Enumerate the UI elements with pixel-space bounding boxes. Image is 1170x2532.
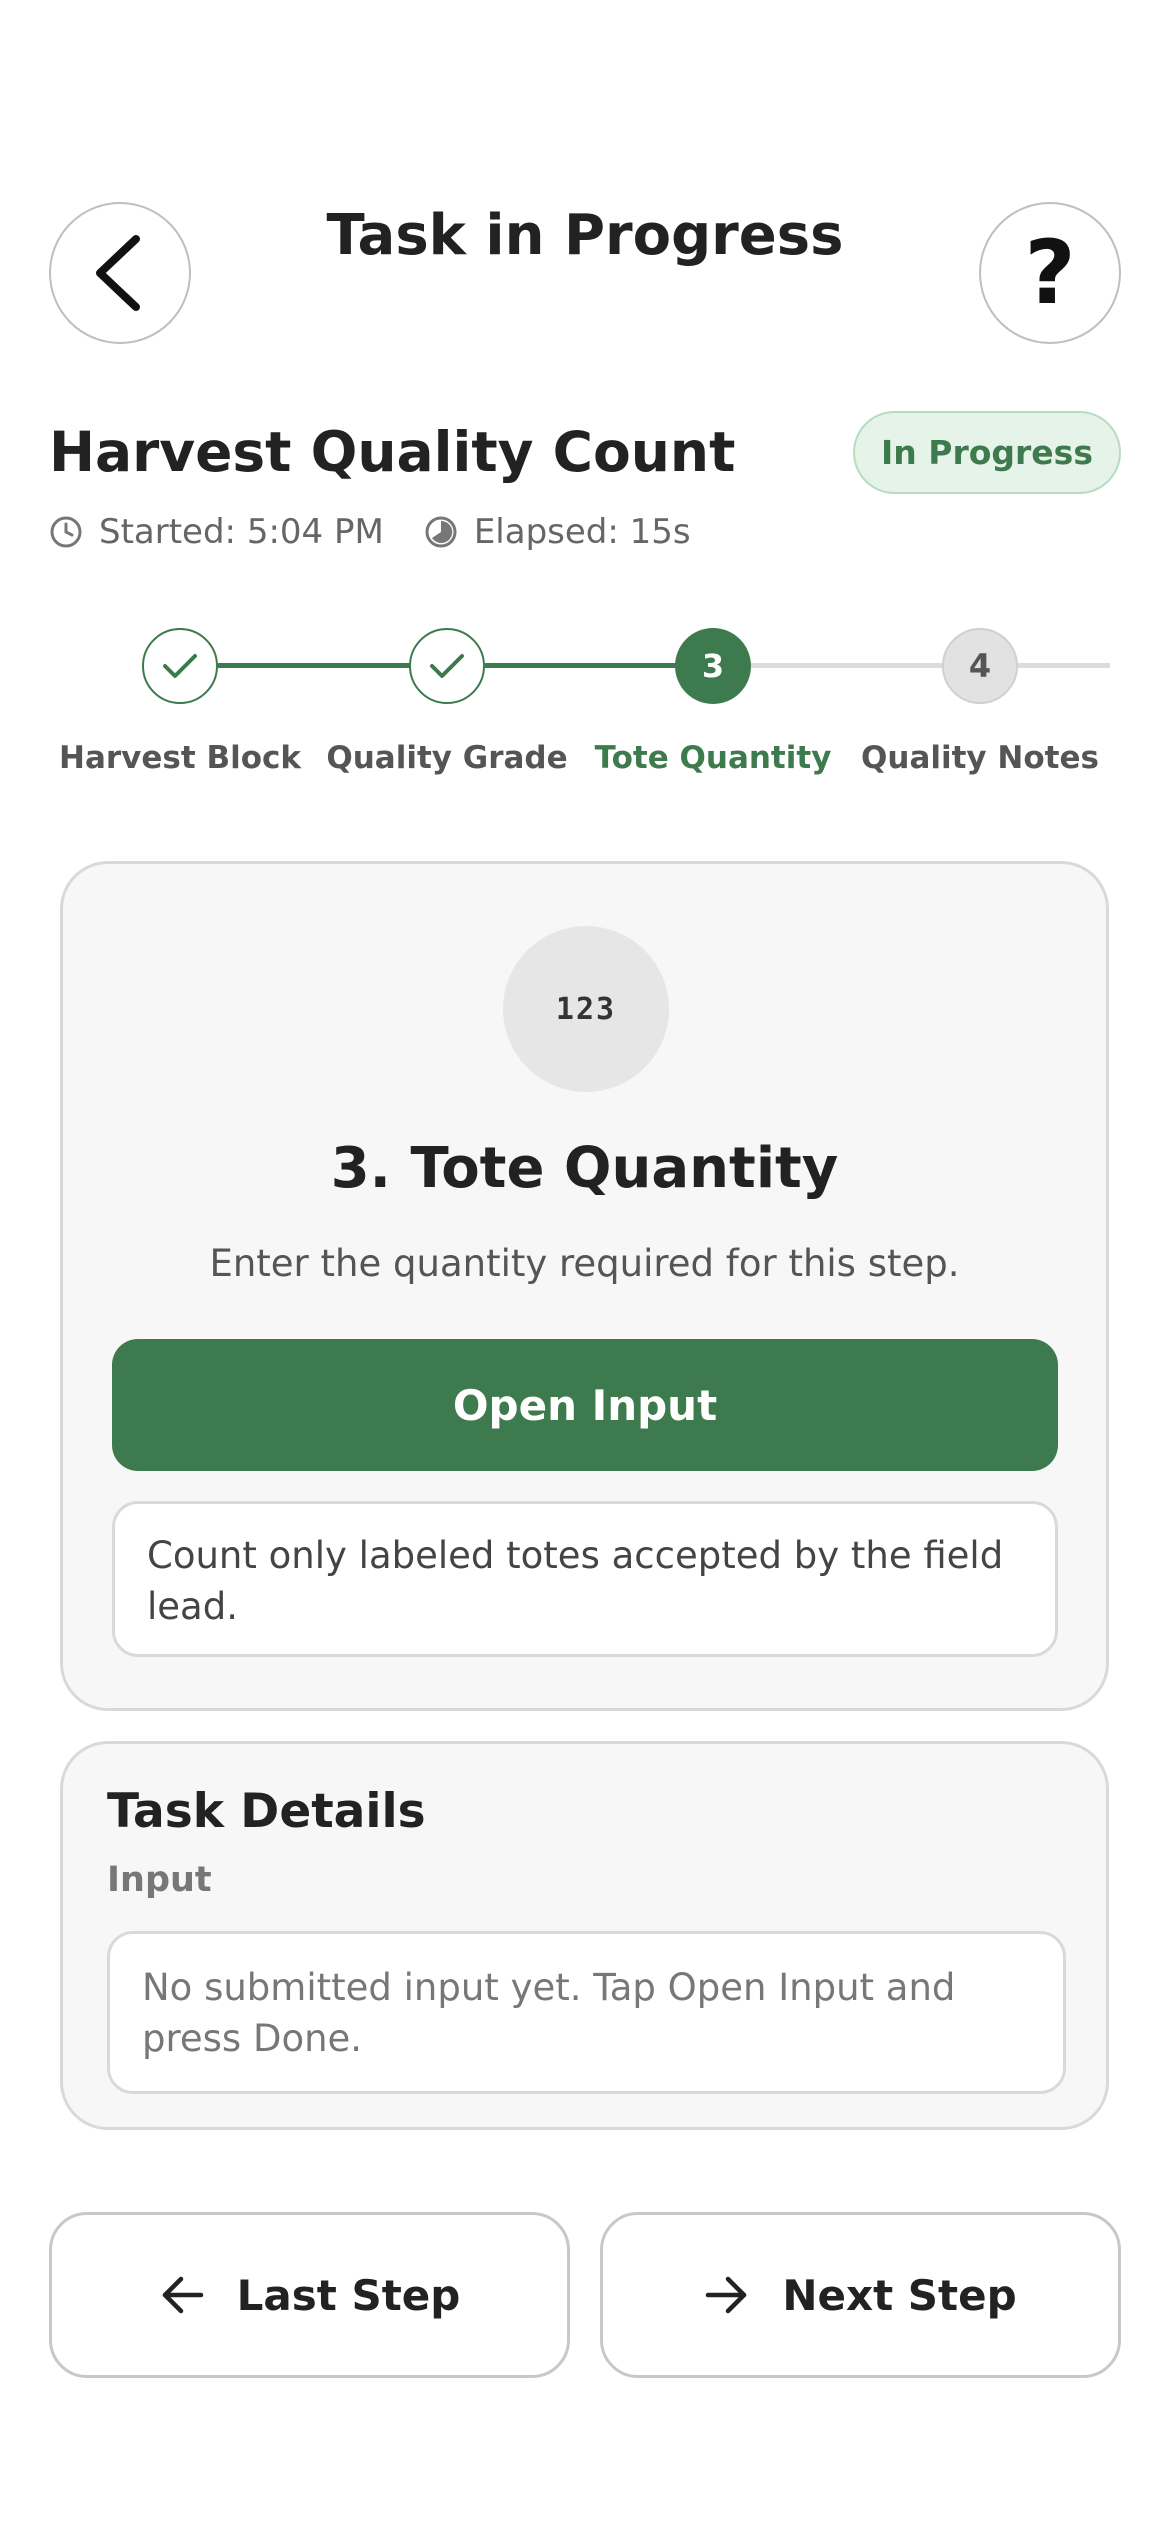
task-meta: Started: 5:04 PM Elapsed: 15s bbox=[49, 512, 691, 552]
step-connector bbox=[1018, 663, 1110, 668]
step-label-tote-quantity: Tote Quantity bbox=[594, 740, 832, 776]
elapsed-time: Elapsed: 15s bbox=[473, 512, 691, 552]
help-icon: ? bbox=[1024, 221, 1076, 324]
step-node-harvest-block[interactable] bbox=[142, 628, 218, 704]
numeric-input-icon: 123 bbox=[503, 926, 669, 1092]
next-step-button[interactable]: Next Step bbox=[600, 2212, 1121, 2378]
step-label-quality-notes: Quality Notes bbox=[861, 740, 1099, 776]
step-note: Count only labeled totes accepted by the… bbox=[112, 1501, 1058, 1657]
step-node-quality-notes[interactable]: 4 bbox=[942, 628, 1018, 704]
status-badge: In Progress bbox=[853, 411, 1121, 494]
input-label: Input bbox=[107, 1860, 212, 1900]
task-screen: Task in Progress ? Harvest Quality Count… bbox=[0, 0, 1170, 2532]
open-input-button[interactable]: Open Input bbox=[112, 1339, 1058, 1471]
progress-stepper: 3 4 Harvest Block Quality Grade Tote Qua… bbox=[0, 620, 1170, 790]
step-connector bbox=[485, 663, 679, 668]
clock-icon bbox=[50, 516, 82, 548]
step-node-quality-grade[interactable] bbox=[409, 628, 485, 704]
current-step-card: 123 3. Tote Quantity Enter the quantity … bbox=[60, 861, 1109, 1711]
last-step-label: Last Step bbox=[236, 2270, 461, 2320]
step-label-harvest-block: Harvest Block bbox=[59, 740, 301, 776]
step-connector bbox=[751, 663, 946, 668]
task-title: Harvest Quality Count bbox=[49, 420, 736, 484]
timer-icon bbox=[425, 516, 457, 548]
check-icon bbox=[430, 654, 464, 678]
step-title: 3. Tote Quantity bbox=[330, 1136, 839, 1201]
step-label-quality-grade: Quality Grade bbox=[326, 740, 568, 776]
arrow-left-icon bbox=[162, 2276, 203, 2314]
last-step-button[interactable]: Last Step bbox=[49, 2212, 570, 2378]
step-node-tote-quantity[interactable]: 3 bbox=[675, 628, 751, 704]
help-button[interactable]: ? bbox=[979, 202, 1121, 344]
step-connector bbox=[218, 663, 412, 668]
next-step-label: Next Step bbox=[782, 2270, 1017, 2320]
started-time: Started: 5:04 PM bbox=[99, 512, 384, 552]
details-title: Task Details bbox=[107, 1784, 426, 1839]
step-description: Enter the quantity required for this ste… bbox=[209, 1242, 960, 1285]
input-value: No submitted input yet. Tap Open Input a… bbox=[107, 1931, 1066, 2094]
task-details-card: Task Details Input No submitted input ye… bbox=[60, 1741, 1109, 2130]
arrow-right-icon bbox=[706, 2276, 747, 2314]
check-icon bbox=[163, 654, 197, 678]
